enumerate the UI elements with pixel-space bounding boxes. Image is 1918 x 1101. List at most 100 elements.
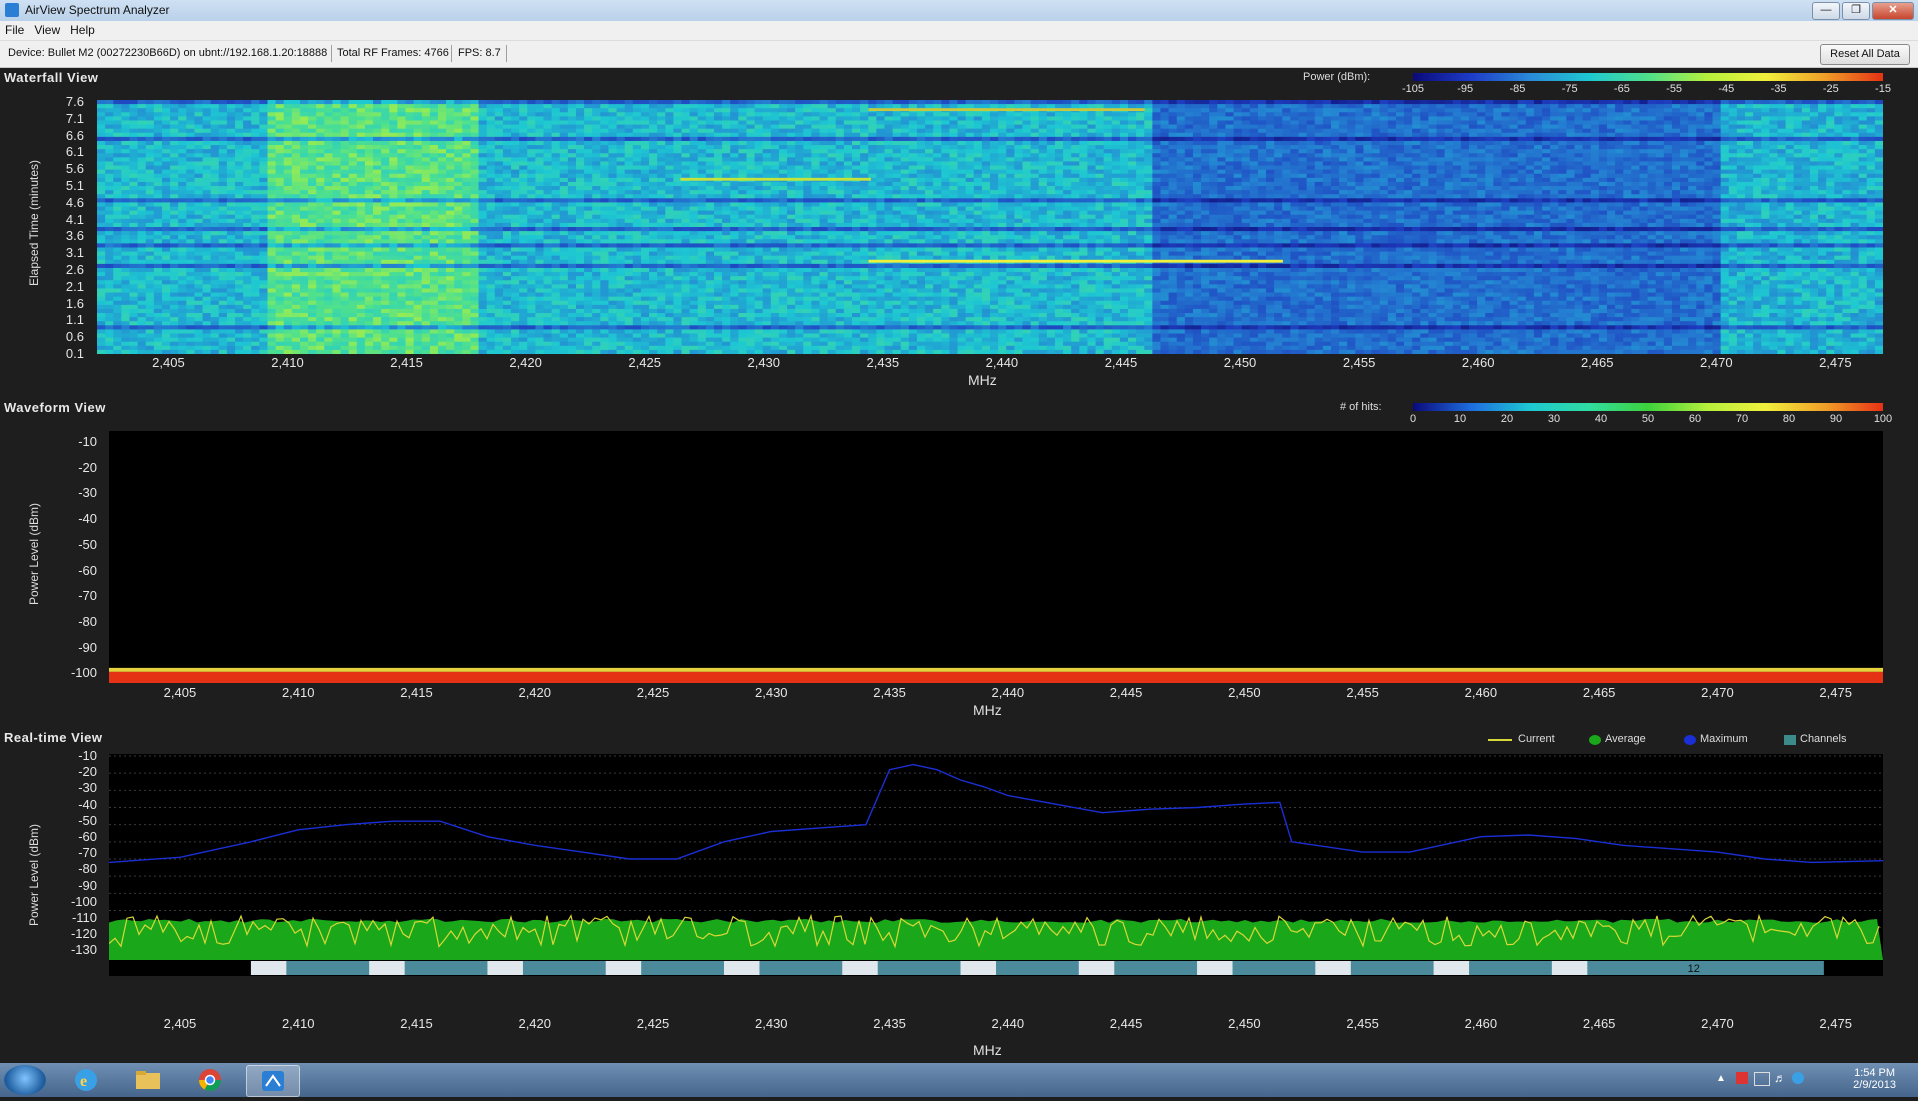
waterfall-y-label: Elapsed Time (minutes) bbox=[27, 160, 41, 286]
realtime-chart bbox=[109, 754, 1883, 960]
x-tick-label: 2,450 bbox=[1224, 1016, 1264, 1031]
y-tick-label: -110 bbox=[53, 910, 97, 925]
scale-tick-label: 30 bbox=[1542, 413, 1566, 425]
scale-tick-label: 50 bbox=[1636, 413, 1660, 425]
y-tick-label: 1.6 bbox=[40, 296, 84, 311]
maximum-line bbox=[109, 765, 1883, 863]
reset-all-data-button[interactable]: Reset All Data bbox=[1820, 44, 1910, 65]
scale-tick-label: -85 bbox=[1505, 83, 1529, 95]
x-tick-label: 2,420 bbox=[506, 355, 546, 370]
x-tick-label: 2,430 bbox=[744, 355, 784, 370]
scale-tick-label: 20 bbox=[1495, 413, 1519, 425]
waterfall-title: Waterfall View bbox=[4, 70, 98, 85]
y-tick-label: -60 bbox=[53, 563, 97, 578]
close-button[interactable]: ✕ bbox=[1872, 2, 1914, 20]
x-tick-label: 2,445 bbox=[1106, 685, 1146, 700]
realtime-plot[interactable] bbox=[109, 754, 1883, 960]
explorer-folder-icon[interactable] bbox=[122, 1065, 174, 1095]
restore-button[interactable]: ❐ bbox=[1842, 2, 1870, 20]
x-tick-label: 2,450 bbox=[1224, 685, 1264, 700]
internet-explorer-icon[interactable]: e bbox=[60, 1065, 112, 1095]
x-tick-label: 2,405 bbox=[160, 1016, 200, 1031]
y-tick-label: -90 bbox=[53, 878, 97, 893]
x-tick-label: 2,465 bbox=[1579, 1016, 1619, 1031]
menu-view[interactable]: View bbox=[29, 21, 65, 39]
y-tick-label: -90 bbox=[53, 640, 97, 655]
x-tick-label: 2,430 bbox=[751, 1016, 791, 1031]
clock[interactable]: 1:54 PM 2/9/2013 bbox=[1853, 1067, 1896, 1091]
x-tick-label: 2,430 bbox=[751, 685, 791, 700]
power-legend-label: Power (dBm): bbox=[1303, 71, 1370, 83]
average-area bbox=[109, 919, 1883, 960]
x-tick-label: 2,420 bbox=[515, 685, 555, 700]
x-tick-label: 2,435 bbox=[870, 1016, 910, 1031]
y-tick-label: 6.6 bbox=[40, 128, 84, 143]
menu-file[interactable]: File bbox=[0, 21, 29, 39]
y-tick-label: 4.1 bbox=[40, 212, 84, 227]
legend-current: Current bbox=[1518, 733, 1555, 745]
realtime-y-label: Power Level (dBm) bbox=[27, 824, 41, 926]
x-tick-label: 2,450 bbox=[1220, 355, 1260, 370]
airview-taskbar-icon[interactable] bbox=[246, 1065, 300, 1097]
y-tick-label: 2.6 bbox=[40, 262, 84, 277]
power-color-scale bbox=[1413, 73, 1883, 81]
y-tick-label: -20 bbox=[53, 764, 97, 779]
x-tick-label: 2,440 bbox=[988, 685, 1028, 700]
heatmap-cell bbox=[97, 100, 106, 105]
realtime-legend: Current Average Maximum Channels bbox=[1488, 734, 1888, 748]
x-tick-label: 2,415 bbox=[396, 685, 436, 700]
scale-tick-label: 100 bbox=[1871, 413, 1895, 425]
x-tick-label: 2,405 bbox=[160, 685, 200, 700]
menu-help[interactable]: Help bbox=[65, 21, 100, 39]
x-tick-label: 2,425 bbox=[625, 355, 665, 370]
total-frames: Total RF Frames: 4766 bbox=[337, 47, 449, 59]
scale-tick-label: -35 bbox=[1767, 83, 1791, 95]
y-tick-label: -10 bbox=[53, 748, 97, 763]
tray-app-icon[interactable] bbox=[1792, 1072, 1804, 1084]
waveform-plot[interactable] bbox=[109, 431, 1883, 683]
chrome-icon[interactable] bbox=[184, 1065, 236, 1095]
minimize-button[interactable]: — bbox=[1812, 2, 1840, 20]
x-tick-label: 2,410 bbox=[278, 1016, 318, 1031]
menu-bar: FileViewHelp bbox=[0, 21, 1918, 41]
y-tick-label: 3.1 bbox=[40, 245, 84, 260]
scale-tick-label: 40 bbox=[1589, 413, 1613, 425]
legend-channels: Channels bbox=[1800, 733, 1846, 745]
channel-label: 12 bbox=[1688, 963, 1700, 975]
y-tick-label: 3.6 bbox=[40, 228, 84, 243]
taskbar: e ▲ ♬ 1:54 PM 2/9/2013 bbox=[0, 1063, 1918, 1097]
x-tick-label: 2,460 bbox=[1461, 685, 1501, 700]
realtime-x-label: MHz bbox=[973, 1042, 1002, 1058]
y-tick-label: -120 bbox=[53, 926, 97, 941]
y-tick-label: 4.6 bbox=[40, 195, 84, 210]
scale-tick-label: -75 bbox=[1558, 83, 1582, 95]
hits-color-scale bbox=[1413, 403, 1883, 411]
show-hidden-icons-icon[interactable]: ▲ bbox=[1716, 1073, 1726, 1084]
y-tick-label: -80 bbox=[53, 861, 97, 876]
y-tick-label: -130 bbox=[53, 942, 97, 957]
x-tick-label: 2,425 bbox=[633, 1016, 673, 1031]
waterfall-plot[interactable] bbox=[97, 100, 1883, 354]
y-tick-label: -10 bbox=[53, 434, 97, 449]
x-tick-label: 2,475 bbox=[1816, 685, 1856, 700]
volume-icon[interactable]: ♬ bbox=[1774, 1071, 1786, 1085]
x-tick-label: 2,415 bbox=[387, 355, 427, 370]
clock-date: 2/9/2013 bbox=[1853, 1079, 1896, 1091]
scale-tick-label: 80 bbox=[1777, 413, 1801, 425]
network-icon[interactable] bbox=[1754, 1072, 1770, 1086]
x-tick-label: 2,440 bbox=[982, 355, 1022, 370]
x-tick-label: 2,445 bbox=[1106, 1016, 1146, 1031]
channel-bar: 123456789101112 bbox=[109, 960, 1883, 976]
x-tick-label: 2,475 bbox=[1815, 355, 1855, 370]
x-tick-label: 2,460 bbox=[1458, 355, 1498, 370]
legend-maximum: Maximum bbox=[1700, 733, 1748, 745]
start-button[interactable] bbox=[4, 1065, 46, 1095]
action-center-icon[interactable] bbox=[1736, 1072, 1748, 1084]
y-tick-label: -100 bbox=[53, 894, 97, 909]
y-tick-label: -50 bbox=[53, 537, 97, 552]
window-title: AirView Spectrum Analyzer bbox=[25, 3, 170, 17]
y-tick-label: -80 bbox=[53, 614, 97, 629]
x-tick-label: 2,465 bbox=[1579, 685, 1619, 700]
legend-maximum-swatch bbox=[1684, 735, 1696, 745]
y-tick-label: 1.1 bbox=[40, 312, 84, 327]
